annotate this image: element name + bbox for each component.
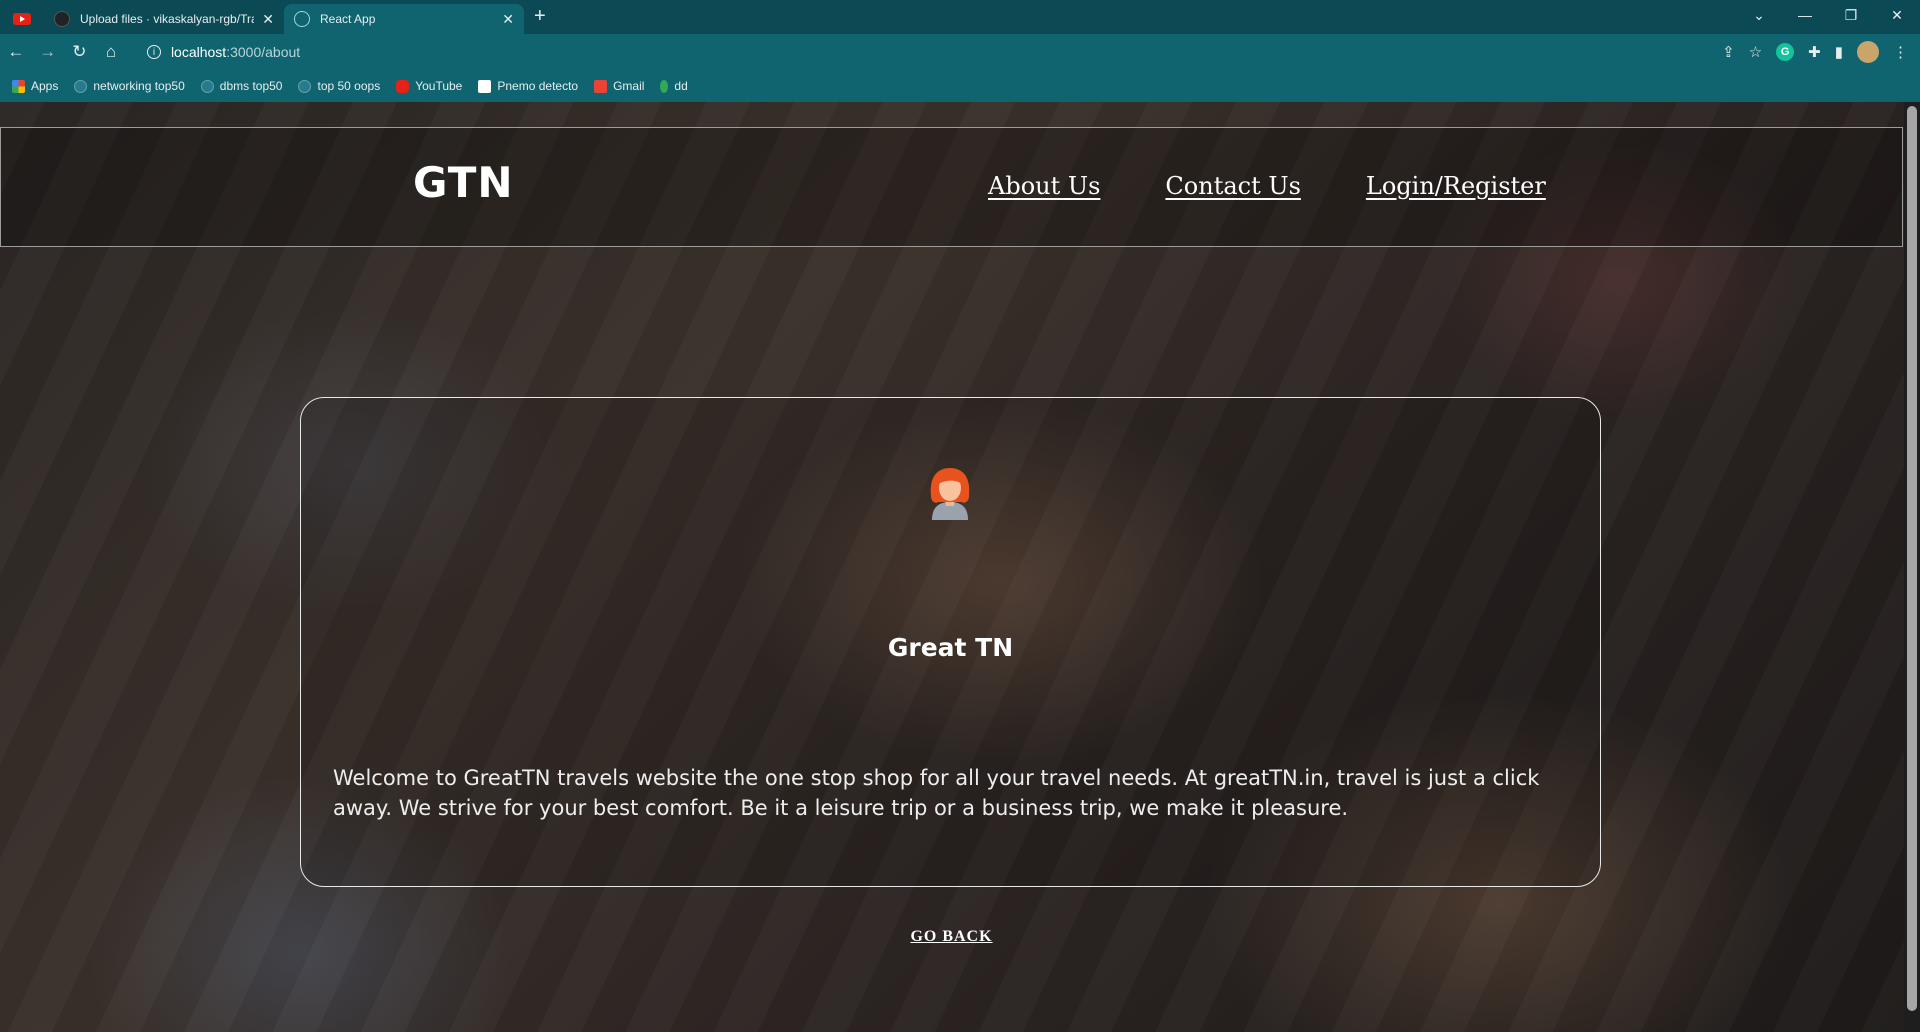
page-scrollbar[interactable] (1904, 102, 1920, 1032)
close-window-button[interactable]: ✕ (1874, 0, 1920, 30)
window-controls: ⌄ — ❐ ✕ (1736, 0, 1920, 30)
tab-title: React App (320, 12, 376, 26)
bookmark-label: Pnemo detecto (497, 79, 579, 93)
globe-icon (200, 79, 214, 93)
go-back-link[interactable]: GO BACK (910, 928, 992, 945)
nav-link-about[interactable]: About Us (988, 172, 1100, 200)
tab-pinned-youtube[interactable] (0, 4, 44, 34)
bookmark-oops[interactable]: top 50 oops (298, 79, 380, 93)
go-back-container: GO BACK (0, 928, 1903, 946)
leaf-icon (660, 79, 669, 93)
bookmark-label: dbms top50 (219, 79, 283, 93)
bookmark-star-icon[interactable]: ☆ (1749, 43, 1762, 61)
document-icon (478, 79, 492, 93)
bookmark-youtube[interactable]: YouTube (396, 79, 462, 93)
site-navbar: GTN About Us Contact Us Login/Register (0, 127, 1903, 247)
restore-button[interactable]: ❐ (1828, 0, 1874, 30)
profile-avatar[interactable] (1857, 41, 1879, 63)
bookmark-dd[interactable]: dd (660, 79, 688, 93)
url-path: :3000/about (226, 44, 301, 60)
bookmark-label: YouTube (415, 79, 463, 93)
tab-title: Upload files · vikaskalyan-rgb/Tra (80, 12, 255, 26)
nav-links: About Us Contact Us Login/Register (988, 172, 1546, 200)
card-description: Welcome to GreatTN travels website the o… (333, 766, 1540, 820)
bookmark-networking[interactable]: networking top50 (74, 79, 185, 93)
site-logo[interactable]: GTN (413, 158, 514, 207)
close-icon[interactable]: ✕ (502, 11, 514, 28)
github-icon (54, 11, 70, 27)
globe-icon (74, 79, 88, 93)
home-button[interactable]: ⌂ (95, 36, 127, 68)
bookmark-gmail[interactable]: Gmail (594, 79, 644, 93)
page-viewport: GTN About Us Contact Us Login/Register G… (0, 102, 1920, 1032)
close-icon[interactable]: ✕ (262, 11, 274, 28)
youtube-icon (13, 13, 31, 25)
nav-link-contact[interactable]: Contact Us (1165, 172, 1300, 200)
share-icon[interactable]: ⇪ (1722, 43, 1735, 61)
apps-grid-icon (12, 79, 25, 93)
bookmark-label: Apps (31, 79, 59, 93)
tab-upload-files[interactable]: Upload files · vikaskalyan-rgb/Tra ✕ (44, 4, 284, 34)
youtube-icon (396, 79, 410, 93)
nav-link-login-register[interactable]: Login/Register (1366, 172, 1546, 200)
back-button[interactable]: ← (0, 36, 32, 68)
browser-toolbar: ← → ↻ ⌂ i localhost:3000/about ⇪ ☆ G ✚ ▮… (0, 34, 1920, 70)
about-card: Great TN Welcome to GreatTN travels webs… (300, 397, 1601, 887)
globe-icon (298, 79, 312, 93)
bookmark-pnemo[interactable]: Pnemo detecto (478, 79, 578, 93)
browser-tab-bar: Upload files · vikaskalyan-rgb/Tra ✕ Rea… (0, 0, 1920, 34)
forward-button[interactable]: → (32, 36, 64, 68)
bookmark-label: dd (674, 79, 688, 93)
toolbar-actions: ⇪ ☆ G ✚ ▮ ⋮ (1722, 41, 1920, 63)
url-host: localhost (170, 44, 227, 60)
bookmark-dbms[interactable]: dbms top50 (200, 79, 283, 93)
scrollbar-thumb[interactable] (1907, 106, 1917, 1011)
card-title: Great TN (887, 633, 1014, 662)
tab-react-app[interactable]: React App ✕ (284, 4, 524, 34)
extensions-puzzle-icon[interactable]: ✚ (1808, 43, 1821, 61)
menu-kebab-icon[interactable]: ⋮ (1893, 43, 1908, 61)
person-avatar-icon (930, 468, 970, 520)
bookmark-label: Gmail (613, 79, 645, 93)
side-panel-icon[interactable]: ▮ (1835, 43, 1843, 61)
bookmark-label: networking top50 (93, 79, 185, 93)
grammarly-extension-icon[interactable]: G (1776, 43, 1795, 61)
reload-button[interactable]: ↻ (63, 36, 95, 68)
minimize-button[interactable]: — (1782, 0, 1828, 30)
gmail-icon (594, 79, 608, 93)
bookmark-apps[interactable]: Apps (12, 79, 58, 93)
bookmark-label: top 50 oops (317, 79, 381, 93)
address-bar[interactable]: i localhost:3000/about (134, 38, 1723, 66)
react-icon (294, 11, 310, 27)
tab-search-icon[interactable]: ⌄ (1736, 0, 1782, 30)
new-tab-button[interactable]: + (524, 5, 556, 34)
site-info-icon[interactable]: i (146, 45, 161, 59)
bookmarks-bar: Apps networking top50 dbms top50 top 50 … (0, 70, 1920, 102)
